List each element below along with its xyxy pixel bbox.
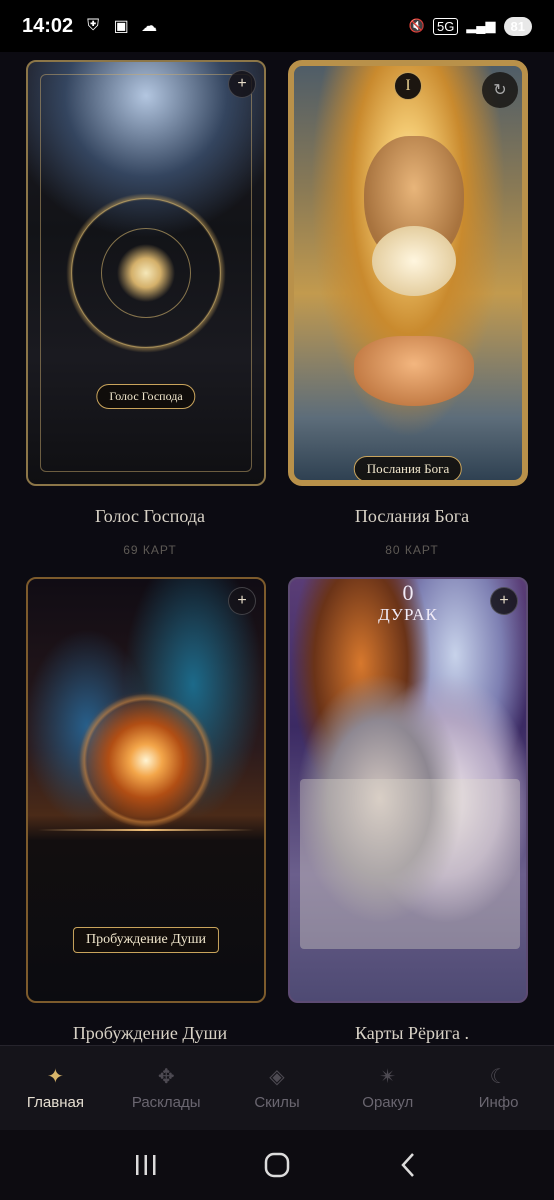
diamond-icon: ◈	[269, 1065, 285, 1088]
deck-item-karty-reriga[interactable]: 0 ДУРАК + Карты Рёрига .	[288, 577, 536, 1044]
card-caption: Пробуждение Души	[72, 927, 220, 953]
star-burst-icon: ✴	[379, 1065, 397, 1088]
deck-grid: + Голос Господа Голос Господа 69 КАРТ I …	[0, 52, 554, 1045]
deck-item-poslaniya-boga[interactable]: I ↻ Послания Бога Послания Бога 80 КАРТ	[288, 60, 536, 557]
status-right-icons: 🔇 5G ▂▄▆ 81	[408, 16, 532, 36]
recent-apps-icon	[135, 1155, 156, 1175]
spread-icon: ✥	[157, 1065, 175, 1088]
nav-label: Расклады	[131, 1093, 201, 1111]
system-nav-bar	[0, 1130, 554, 1200]
back-button[interactable]	[388, 1145, 428, 1185]
back-icon	[401, 1153, 415, 1177]
home-icon	[264, 1152, 290, 1178]
deck-card-count: 80 КАРТ	[385, 543, 439, 557]
recent-apps-button[interactable]	[126, 1145, 166, 1185]
deck-title[interactable]: Послания Бога	[288, 506, 536, 527]
card-hand	[354, 336, 474, 406]
home-button[interactable]	[257, 1145, 297, 1185]
nav-item-spreads[interactable]: ✥ Расклады	[111, 1046, 222, 1130]
nav-label: Главная	[26, 1093, 84, 1111]
battery-icon: 81	[503, 16, 532, 36]
network-badge: 5G	[432, 17, 459, 35]
bottom-nav: ✦ Главная ✥ Расклады ◈ Скилы ✴ Оракул ☾ …	[0, 1045, 554, 1130]
card-beard	[372, 226, 456, 296]
screenshot-icon: ▣	[113, 18, 129, 35]
nav-item-skills[interactable]: ◈ Скилы	[222, 1046, 333, 1130]
add-deck-button[interactable]: +	[490, 587, 518, 615]
deck-title[interactable]: Карты Рёрига .	[288, 1023, 536, 1044]
status-left-icons: ⛨ ▣ ☁	[83, 16, 159, 36]
deck-card-image[interactable]: I ↻ Послания Бога	[288, 60, 528, 486]
nav-label: Инфо	[478, 1093, 519, 1111]
nav-label: Оракул	[362, 1093, 414, 1111]
card-caption: Голос Господа	[96, 384, 196, 409]
card-mandala-inner	[101, 228, 191, 318]
deck-card-image[interactable]: + Голос Господа	[26, 60, 266, 486]
add-deck-button[interactable]: +	[228, 70, 256, 98]
card-name: ДУРАК	[378, 605, 438, 624]
deck-card-count: 69 КАРТ	[123, 543, 177, 557]
card-numeral: 0	[402, 580, 414, 605]
deck-card-image[interactable]: 0 ДУРАК +	[288, 577, 528, 1003]
cloud-upload-icon: ☁	[141, 18, 158, 35]
battery-level: 81	[510, 18, 525, 34]
card-numeral: I	[394, 72, 422, 100]
card-paper	[300, 779, 520, 949]
nav-item-oracle[interactable]: ✴ Оракул	[332, 1046, 443, 1130]
deck-title[interactable]: Голос Господа	[26, 506, 274, 527]
deck-item-golos-gospoda[interactable]: + Голос Господа Голос Господа 69 КАРТ	[26, 60, 274, 557]
vpn-shield-icon: ⛨	[87, 17, 100, 34]
deck-title[interactable]: Пробуждение Души	[26, 1023, 274, 1044]
moon-icon: ☾	[489, 1065, 508, 1088]
refresh-icon[interactable]: ↻	[482, 72, 518, 108]
nav-item-info[interactable]: ☾ Инфо	[443, 1046, 554, 1130]
signal-icon: ▂▄▆	[466, 18, 496, 33]
add-deck-button[interactable]: +	[228, 587, 256, 615]
deck-card-image[interactable]: + Пробуждение Души	[26, 577, 266, 1003]
card-top-label: 0 ДУРАК	[378, 581, 438, 625]
status-bar: 14:02 ⛨ ▣ ☁ 🔇 5G ▂▄▆ 81	[0, 0, 554, 52]
nav-item-home[interactable]: ✦ Главная	[0, 1046, 111, 1130]
card-horizon	[38, 829, 254, 831]
nav-label: Скилы	[254, 1093, 300, 1111]
mute-icon: 🔇	[408, 18, 425, 33]
card-caption: Послания Бога	[353, 456, 463, 480]
status-time: 14:02	[22, 14, 74, 37]
sparkle-icon: ✦	[47, 1065, 64, 1088]
deck-item-probuzhdenie-dushi[interactable]: + Пробуждение Души Пробуждение Души	[26, 577, 274, 1044]
